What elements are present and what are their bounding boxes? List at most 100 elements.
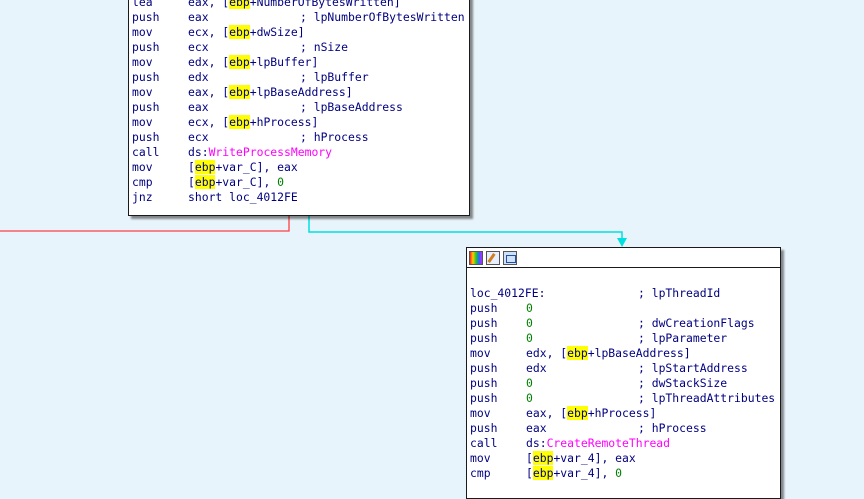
operands: eax (188, 100, 209, 114)
edit-node-icon[interactable] (486, 250, 500, 265)
operands: ecx, [ebp+dwSize] (188, 25, 305, 39)
operands: 0 (526, 301, 533, 315)
comment: ; nSize (300, 40, 349, 54)
instruction-line[interactable]: push ecx ; nSize (129, 40, 469, 55)
operands: 0 (526, 316, 533, 330)
instruction-line[interactable]: push edx ; lpStartAddress (467, 361, 780, 376)
instruction-line[interactable]: push 0 ; lpParameter (467, 331, 780, 346)
instruction-line[interactable]: push eax ; lpBaseAddress (129, 100, 469, 115)
mnemonic: cmp (132, 175, 153, 189)
instruction-line[interactable]: lea eax, [ebp+NumberOfBytesWritten] (129, 0, 469, 10)
true-branch-arrowhead (617, 238, 627, 247)
instruction-line[interactable]: jnz short loc_4012FE (129, 190, 469, 205)
register-highlight[interactable]: ebp (567, 346, 588, 360)
instruction-line[interactable]: mov edx, [ebp+lpBuffer] (129, 55, 469, 70)
instruction-line[interactable]: mov eax, [ebp+lpBaseAddress] (129, 85, 469, 100)
register-highlight[interactable]: ebp (229, 55, 250, 69)
mnemonic: jnz (132, 190, 153, 204)
operands: edx (188, 70, 209, 84)
instruction-list: loc_4012FE: ; lpThreadId push 0 push 0 ; dwC… (467, 268, 780, 481)
operands: eax, [ebp+NumberOfBytesWritten] (188, 0, 401, 10)
operands: ecx, [ebp+hProcess] (188, 115, 319, 129)
operands: eax, [ebp+hProcess] (526, 406, 657, 420)
api-name[interactable]: WriteProcessMemory (209, 145, 332, 159)
mnemonic: push (470, 391, 498, 405)
code-block-write-memory[interactable]: lea eax, [ebp+NumberOfBytesWritten] push ea… (128, 0, 470, 216)
mnemonic: push (132, 100, 160, 114)
mnemonic: mov (132, 115, 153, 129)
api-name[interactable]: CreateRemoteThread (547, 436, 670, 450)
location-label[interactable]: loc_4012FE: (470, 286, 545, 301)
operands: [ebp+var_C], eax (188, 160, 298, 174)
register-highlight[interactable]: ebp (229, 115, 250, 129)
instruction-line[interactable]: cmp [ebp+var_C], 0 (129, 175, 469, 190)
mnemonic: push (132, 40, 160, 54)
instruction-list: lea eax, [ebp+NumberOfBytesWritten] push ea… (129, 0, 469, 205)
mnemonic: mov (470, 346, 491, 360)
operands: edx (526, 361, 547, 375)
mnemonic: push (470, 376, 498, 390)
register-highlight[interactable]: ebp (229, 25, 250, 39)
instruction-line[interactable]: call ds:CreateRemoteThread (467, 436, 780, 451)
instruction-line[interactable]: push 0 ; dwCreationFlags (467, 316, 780, 331)
instruction-line[interactable]: push eax ; lpNumberOfBytesWritten (129, 10, 469, 25)
mnemonic: push (132, 10, 160, 24)
block-toolbar (467, 248, 780, 268)
mnemonic: mov (132, 55, 153, 69)
comment: ; hProcess (638, 421, 707, 435)
operands: 0 (526, 331, 533, 345)
register-highlight[interactable]: ebp (532, 466, 554, 480)
comment: ; lpBaseAddress (300, 100, 403, 114)
comment: ; lpStartAddress (638, 361, 748, 375)
instruction-line[interactable]: mov edx, [ebp+lpBaseAddress] (467, 346, 780, 361)
mnemonic: push (470, 421, 498, 435)
mnemonic: call (470, 436, 498, 450)
graph-overview-icon[interactable] (503, 250, 517, 265)
true-branch-edge (308, 214, 623, 240)
operands: eax, [ebp+lpBaseAddress] (188, 85, 353, 99)
instruction-line[interactable]: cmp [ebp+var_4], 0 (467, 466, 780, 481)
operands: eax (526, 421, 547, 435)
mnemonic: push (470, 331, 498, 345)
mnemonic: push (132, 130, 160, 144)
mnemonic: call (132, 145, 160, 159)
operands: edx, [ebp+lpBaseAddress] (526, 346, 691, 360)
operands: 0 (526, 376, 533, 390)
register-highlight[interactable]: ebp (229, 0, 250, 9)
instruction-line[interactable]: push eax ; hProcess (467, 421, 780, 436)
comment: ; lpNumberOfBytesWritten (300, 10, 465, 24)
register-highlight[interactable]: ebp (229, 85, 250, 99)
register-highlight[interactable]: ebp (194, 175, 216, 189)
comment: ; dwStackSize (638, 376, 728, 390)
register-highlight[interactable]: ebp (567, 406, 588, 420)
operands: 0 (526, 391, 533, 405)
instruction-line[interactable]: mov ecx, [ebp+hProcess] (129, 115, 469, 130)
comment: ; lpBuffer (300, 70, 369, 84)
operands: ds:WriteProcessMemory (188, 145, 333, 159)
instruction-line[interactable]: push edx ; lpBuffer (129, 70, 469, 85)
operands: ecx (188, 130, 209, 144)
instruction-line[interactable]: mov [ebp+var_4], eax (467, 451, 780, 466)
mnemonic: push (132, 70, 160, 84)
mnemonic: mov (132, 25, 153, 39)
color-palette-icon[interactable] (469, 250, 483, 265)
mnemonic: lea (132, 0, 153, 9)
instruction-line[interactable]: push 0 (467, 301, 780, 316)
instruction-line[interactable]: push 0 ; lpThreadAttributes (467, 391, 780, 406)
instruction-line[interactable]: push ecx ; hProcess (129, 130, 469, 145)
operands: ecx (188, 40, 209, 54)
register-highlight[interactable]: ebp (194, 160, 216, 174)
mnemonic: push (470, 301, 498, 315)
mnemonic: mov (470, 406, 491, 420)
instruction-line[interactable]: push 0 ; dwStackSize (467, 376, 780, 391)
operands: [ebp+var_C], 0 (188, 175, 285, 189)
register-highlight[interactable]: ebp (532, 451, 554, 465)
instruction-line[interactable]: mov [ebp+var_C], eax (129, 160, 469, 175)
false-branch-edge (0, 214, 290, 232)
graph-view-canvas[interactable]: lea eax, [ebp+NumberOfBytesWritten] push ea… (0, 0, 864, 499)
location-label-line: loc_4012FE: ; lpThreadId (467, 286, 780, 301)
instruction-line[interactable]: call ds:WriteProcessMemory (129, 145, 469, 160)
code-block-loc-4012fe[interactable]: loc_4012FE: ; lpThreadId push 0 push 0 ; dwC… (466, 247, 781, 499)
instruction-line[interactable]: mov eax, [ebp+hProcess] (467, 406, 780, 421)
instruction-line[interactable]: mov ecx, [ebp+dwSize] (129, 25, 469, 40)
